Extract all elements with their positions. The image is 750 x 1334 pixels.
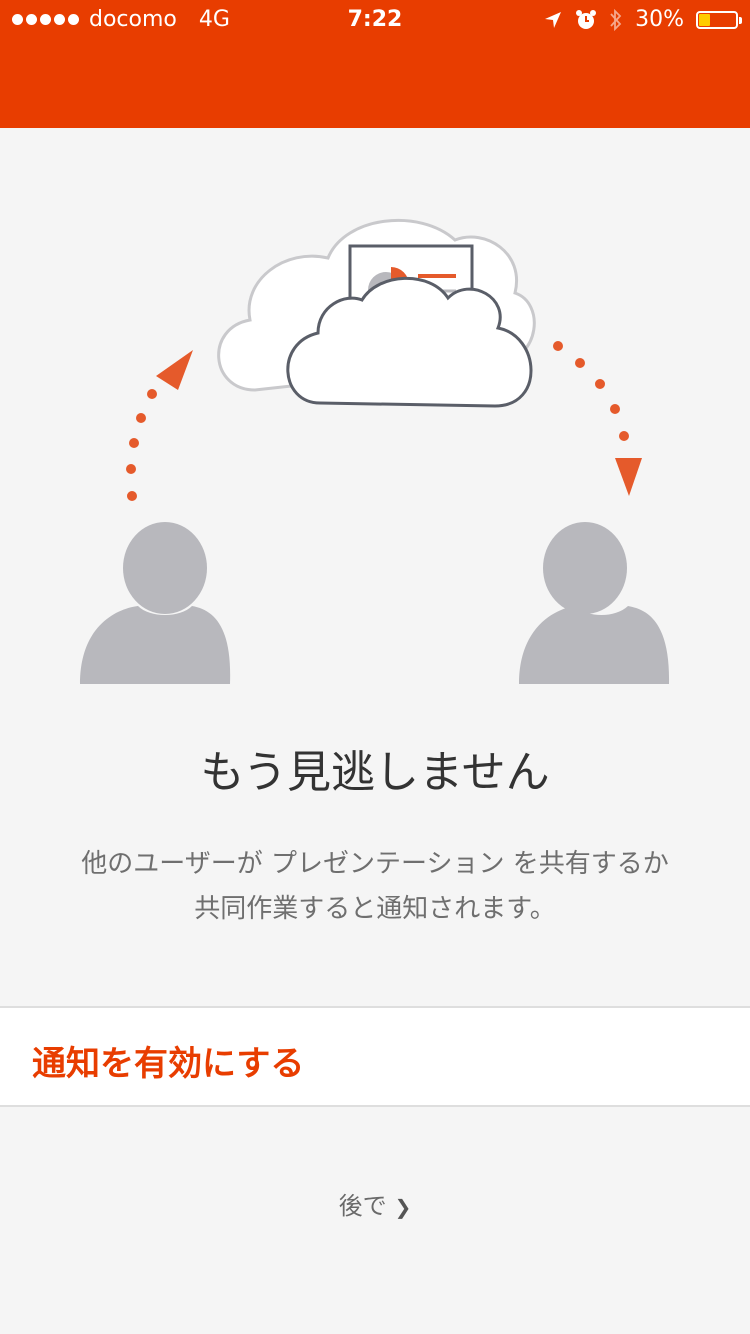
sharing-illustration <box>80 218 670 684</box>
download-arrow-icon <box>553 341 642 496</box>
enable-notifications-label: 通知を有効にする <box>32 1044 305 1084</box>
bluetooth-icon <box>610 8 622 31</box>
user-left-icon <box>80 522 231 684</box>
app-header: docomo 4G 7:22 30% <box>0 0 750 128</box>
battery-level-fill <box>699 13 710 26</box>
status-bar: docomo 4G 7:22 30% <box>0 0 750 42</box>
location-arrow-icon <box>545 11 562 28</box>
description-line-1: 他のユーザーが プレゼンテーション を共有するか <box>81 849 669 879</box>
later-label: 後で <box>338 1192 387 1220</box>
enable-notifications-button[interactable]: 通知を有効にする <box>0 1006 750 1107</box>
alarm-icon <box>576 9 597 29</box>
description-line-2: 共同作業すると通知されます。 <box>194 894 556 924</box>
chevron-right-icon: ❯ <box>394 1195 412 1219</box>
description-text: 他のユーザーが プレゼンテーション を共有するか 共同作業すると通知されます。 <box>40 842 710 932</box>
battery-icon <box>696 10 742 29</box>
later-button[interactable]: 後で ❯ <box>0 1186 750 1221</box>
page-title: もう見逃しません <box>200 747 550 798</box>
status-right: 30% <box>543 7 742 32</box>
user-right-icon <box>519 522 670 684</box>
upload-arrow-icon <box>126 350 193 501</box>
battery-percent: 30% <box>635 7 684 32</box>
